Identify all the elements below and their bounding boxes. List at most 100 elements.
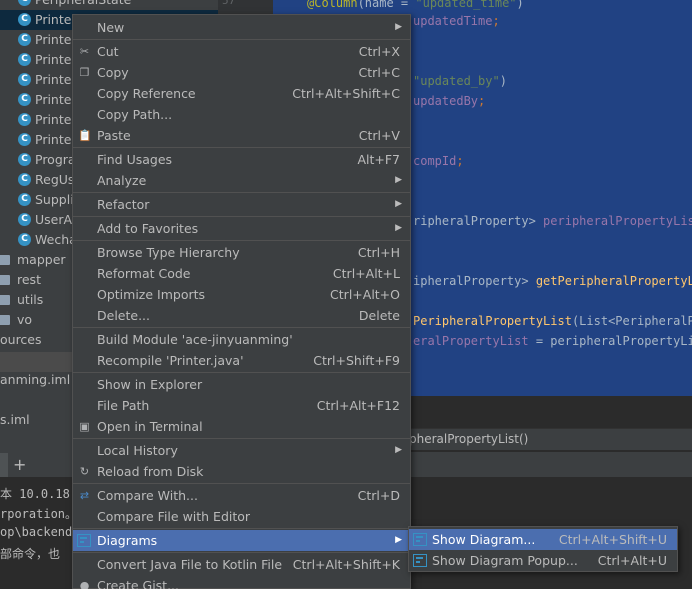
diagrams-submenu: Show Diagram... Ctrl+Alt+Shift+U Show Di… xyxy=(408,526,678,572)
menu-item-diagrams[interactable]: Diagrams ▶ xyxy=(73,530,410,551)
code-line: @Column(name = "updated_time") xyxy=(307,0,524,12)
diagram-icon xyxy=(413,554,427,567)
submenu-arrow-icon: ▶ xyxy=(395,175,402,185)
menu-item-analyze[interactable]: Analyze ▶ xyxy=(73,170,410,191)
menu-item-label: Add to Favorites xyxy=(97,221,199,236)
folder-icon xyxy=(0,295,10,305)
menu-item-add-to-favorites[interactable]: Add to Favorites ▶ xyxy=(73,218,410,239)
menu-item-shortcut: Ctrl+Shift+F9 xyxy=(313,353,400,368)
menu-item-refactor[interactable]: Refactor ▶ xyxy=(73,194,410,215)
tree-item-label: Printer xyxy=(35,72,77,87)
menu-item-new[interactable]: New ▶ xyxy=(73,17,410,38)
java-class-icon: C xyxy=(18,213,31,226)
menu-item-label: File Path xyxy=(97,398,150,413)
menu-item-shortcut: Ctrl+Alt+Shift+K xyxy=(292,557,400,572)
tree-item-label: utils xyxy=(17,292,44,307)
terminal-line: 本 10.0.18 xyxy=(0,487,70,501)
tree-item-label: mapper xyxy=(17,252,66,267)
terminal-tab[interactable] xyxy=(0,453,8,477)
submenu-arrow-icon: ▶ xyxy=(395,199,402,209)
menu-item-label: Delete... xyxy=(97,308,150,323)
code-token: = peripheralPropertyLis xyxy=(528,334,692,348)
code-line: updatedBy; xyxy=(413,92,485,110)
menu-item-show-in-explorer[interactable]: Show in Explorer xyxy=(73,374,410,395)
context-menu: New ▶ ✂ Cut Ctrl+X ❐ Copy Ctrl+C Copy Reference C… xyxy=(72,14,411,589)
menu-item-cut[interactable]: ✂ Cut Ctrl+X xyxy=(73,41,410,62)
menu-item-shortcut: Delete xyxy=(358,308,400,323)
tree-item[interactable]: C PeripheralState xyxy=(0,0,218,10)
menu-item-shortcut: Ctrl+Alt+F12 xyxy=(316,398,400,413)
tree-item-label: Printer xyxy=(35,132,77,147)
java-class-icon: C xyxy=(18,73,31,86)
menu-item-copy[interactable]: ❐ Copy Ctrl+C xyxy=(73,62,410,83)
new-terminal-icon[interactable]: + xyxy=(13,455,26,474)
java-class-icon: C xyxy=(18,113,31,126)
menu-item-optimize-imports[interactable]: Optimize Imports Ctrl+Alt+O xyxy=(73,284,410,305)
tree-item-label: PeripheralState xyxy=(35,0,131,10)
menu-item-show-diagram[interactable]: Show Diagram... Ctrl+Alt+Shift+U xyxy=(409,529,677,550)
submenu-arrow-icon: ▶ xyxy=(395,22,402,32)
menu-item-show-diagram-popup[interactable]: Show Diagram Popup... Ctrl+Alt+U xyxy=(409,550,677,571)
terminal-icon: ▣ xyxy=(79,420,90,433)
tree-item-label: s.iml xyxy=(0,412,30,427)
menu-item-open-in-terminal[interactable]: ▣ Open in Terminal xyxy=(73,416,410,437)
menu-item-file-path[interactable]: File Path Ctrl+Alt+F12 xyxy=(73,395,410,416)
menu-separator xyxy=(73,552,410,553)
menu-item-compare-file-with-editor[interactable]: Compare File with Editor xyxy=(73,506,410,527)
menu-separator xyxy=(73,192,410,193)
menu-item-shortcut: Ctrl+C xyxy=(358,65,400,80)
menu-item-shortcut: Alt+F7 xyxy=(357,152,400,167)
java-class-icon: C xyxy=(18,173,31,186)
menu-item-browse-type-hierarchy[interactable]: Browse Type Hierarchy Ctrl+H xyxy=(73,242,410,263)
menu-item-label: Browse Type Hierarchy xyxy=(97,245,240,260)
code-line: "updated_by") xyxy=(413,72,507,90)
menu-item-create-gist[interactable]: ● Create Gist... xyxy=(73,575,410,589)
menu-item-convert-java-file-to-kotlin-file[interactable]: Convert Java File to Kotlin File Ctrl+Alt… xyxy=(73,554,410,575)
code-line: updatedTime; xyxy=(413,12,500,30)
menu-item-label: Analyze xyxy=(97,173,147,188)
code-token: ) xyxy=(516,0,524,10)
menu-item-label: Diagrams xyxy=(97,533,158,548)
code-line: ripheralProperty> peripheralPropertyList xyxy=(413,212,692,230)
menu-item-reload-from-disk[interactable]: ↻ Reload from Disk xyxy=(73,461,410,482)
menu-item-local-history[interactable]: Local History ▶ xyxy=(73,440,410,461)
menu-item-shortcut: Ctrl+Alt+O xyxy=(330,287,400,302)
compare-icon: ⇄ xyxy=(79,489,90,502)
tree-item-label: RegUs xyxy=(35,172,75,187)
menu-item-build-module-ace-jinyuanming[interactable]: Build Module 'ace-jinyuanming' xyxy=(73,329,410,350)
menu-item-label: Create Gist... xyxy=(97,578,180,589)
line-number: 57 xyxy=(222,0,236,7)
menu-item-label: Open in Terminal xyxy=(97,419,203,434)
diagram-icon xyxy=(77,534,91,547)
menu-item-label: Copy Path... xyxy=(97,107,173,122)
java-class-icon: C xyxy=(18,193,31,206)
menu-item-label: Copy xyxy=(97,65,129,80)
tree-item-label: Wecha xyxy=(35,232,77,247)
menu-item-compare-with[interactable]: ⇄ Compare With... Ctrl+D xyxy=(73,485,410,506)
scissors-icon: ✂ xyxy=(79,45,90,58)
menu-item-find-usages[interactable]: Find Usages Alt+F7 xyxy=(73,149,410,170)
tree-item-label: rest xyxy=(17,272,41,287)
tree-item-label: Printer xyxy=(35,92,77,107)
menu-item-paste[interactable]: 📋 Paste Ctrl+V xyxy=(73,125,410,146)
menu-item-shortcut: Ctrl+Alt+Shift+U xyxy=(558,532,667,547)
terminal-line: op\backend- xyxy=(0,525,80,539)
menu-item-label: Reformat Code xyxy=(97,266,191,281)
breadcrumb-method[interactable]: pheralPropertyList() xyxy=(409,432,528,446)
java-class-icon: C xyxy=(18,133,31,146)
menu-item-shortcut: Ctrl+V xyxy=(358,128,400,143)
menu-item-label: Compare File with Editor xyxy=(97,509,251,524)
menu-item-recompile-printer-java[interactable]: Recompile 'Printer.java' Ctrl+Shift+F9 xyxy=(73,350,410,371)
tree-item-label: vo xyxy=(17,312,33,327)
tree-item-label: Printer xyxy=(35,32,77,47)
menu-item-label: Cut xyxy=(97,44,119,59)
menu-separator xyxy=(73,372,410,373)
menu-item-label: Refactor xyxy=(97,197,150,212)
menu-item-copy-path[interactable]: Copy Path... xyxy=(73,104,410,125)
code-token: ; xyxy=(456,154,464,168)
menu-item-label: Build Module 'ace-jinyuanming' xyxy=(97,332,293,347)
tree-item-label: UserA xyxy=(35,212,73,227)
menu-item-delete[interactable]: Delete... Delete xyxy=(73,305,410,326)
menu-item-copy-reference[interactable]: Copy Reference Ctrl+Alt+Shift+C xyxy=(73,83,410,104)
menu-item-reformat-code[interactable]: Reformat Code Ctrl+Alt+L xyxy=(73,263,410,284)
